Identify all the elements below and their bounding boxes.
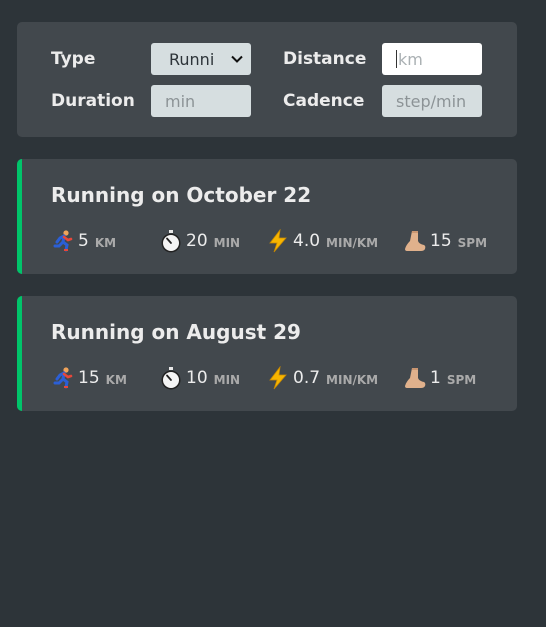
pace-unit: MIN/KM xyxy=(326,372,379,387)
workout-distance: 15 KM xyxy=(51,366,127,390)
foot-icon xyxy=(405,231,426,251)
workout-duration: 20 MIN xyxy=(159,229,240,253)
cadence-label: Cadence xyxy=(283,91,365,111)
duration-label: Duration xyxy=(51,91,135,111)
distance-unit: KM xyxy=(94,235,117,250)
distance-value: 5 xyxy=(78,231,89,251)
cadence-unit: SPM xyxy=(457,235,488,250)
cadence-value: 1 xyxy=(430,368,441,388)
text-cursor xyxy=(396,50,397,68)
cadence-placeholder: step/min xyxy=(396,91,467,111)
type-label: Type xyxy=(51,49,96,69)
distance-input[interactable]: km xyxy=(382,43,482,75)
workout-title: Running on October 22 xyxy=(51,183,312,207)
cadence-unit: SPM xyxy=(446,372,477,387)
lightning-icon xyxy=(269,229,287,253)
workout-pace: 4.0 MIN/KM xyxy=(266,229,378,253)
workout-cadence: 1 SPM xyxy=(403,366,476,390)
pace-value: 0.7 xyxy=(293,368,321,388)
workout-card[interactable]: Running on August 29 15 KM 10 MIN 0.7 MI… xyxy=(17,296,517,411)
workout-card[interactable]: Running on October 22 5 KM 20 MIN 4.0 MI… xyxy=(17,159,517,274)
workout-duration: 10 MIN xyxy=(159,366,240,390)
duration-value: 10 xyxy=(186,368,208,388)
type-select-value: Runni xyxy=(169,49,215,69)
distance-placeholder: km xyxy=(398,49,423,69)
distance-unit: KM xyxy=(105,372,127,387)
distance-value: 15 xyxy=(78,368,100,388)
runner-icon xyxy=(53,230,73,252)
lightning-icon xyxy=(269,366,287,390)
cadence-input[interactable]: step/min xyxy=(382,85,482,117)
workout-type-accent xyxy=(17,159,22,274)
workout-title: Running on August 29 xyxy=(51,320,301,344)
duration-unit: MIN xyxy=(213,372,241,387)
distance-label: Distance xyxy=(283,49,367,69)
duration-unit: MIN xyxy=(213,235,241,250)
duration-input[interactable]: min xyxy=(151,85,251,117)
workout-cadence: 15 SPM xyxy=(403,229,487,253)
stopwatch-icon xyxy=(161,367,181,390)
duration-placeholder: min xyxy=(165,91,196,111)
pace-value: 4.0 xyxy=(293,231,321,251)
workout-form: Type Runni Distance km Duration min Cade… xyxy=(17,22,517,137)
foot-icon xyxy=(405,368,426,388)
chevron-down-icon xyxy=(231,55,243,63)
pace-unit: MIN/KM xyxy=(326,235,379,250)
workout-pace: 0.7 MIN/KM xyxy=(266,366,378,390)
workout-distance: 5 KM xyxy=(51,229,116,253)
stopwatch-icon xyxy=(161,230,181,253)
workout-type-accent xyxy=(17,296,22,411)
cadence-value: 15 xyxy=(430,231,452,251)
type-select[interactable]: Runni xyxy=(151,43,251,75)
duration-value: 20 xyxy=(186,231,208,251)
runner-icon xyxy=(53,367,73,389)
